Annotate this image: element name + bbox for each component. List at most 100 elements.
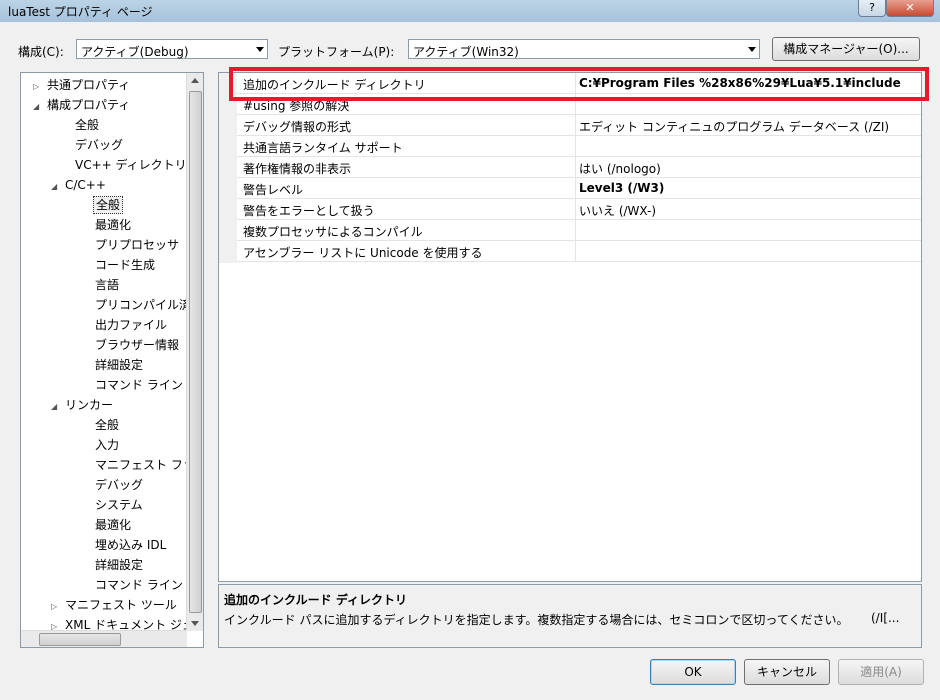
- ok-button[interactable]: OK: [650, 659, 736, 685]
- tree-item-label: 共通プロパティ: [47, 78, 131, 92]
- tree-item[interactable]: 全般: [81, 415, 121, 435]
- expander-icon[interactable]: ◢: [51, 177, 63, 197]
- tree-item[interactable]: 詳細設定: [81, 355, 145, 375]
- tree-item-label: 最適化: [95, 218, 132, 232]
- tree-item[interactable]: 出力ファイル: [81, 315, 169, 335]
- tree-item[interactable]: 全般: [81, 195, 124, 215]
- column-divider: [575, 199, 576, 220]
- column-divider: [575, 178, 576, 199]
- scroll-down-icon[interactable]: [191, 621, 199, 626]
- property-name: 著作権情報の非表示: [243, 162, 352, 176]
- tree-item[interactable]: コード生成: [81, 255, 157, 275]
- property-row[interactable]: 共通言語ランタイム サポート: [237, 136, 921, 157]
- expander-icon[interactable]: ◢: [33, 97, 45, 117]
- expander-icon[interactable]: ▷: [51, 597, 63, 617]
- tree-item-label: 全般: [93, 196, 124, 214]
- tree-item-label: 出力ファイル: [95, 318, 168, 332]
- tree-item[interactable]: デバッグ: [81, 475, 145, 495]
- tree-item[interactable]: ◢ リンカー: [51, 395, 115, 415]
- platform-combo[interactable]: アクティブ(Win32): [408, 39, 760, 59]
- config-value: アクティブ(Debug): [81, 45, 189, 59]
- tree-item[interactable]: ▷ 共通プロパティ: [33, 75, 132, 95]
- tree-item[interactable]: 埋め込み IDL: [81, 535, 168, 555]
- tree-item-label: 詳細設定: [95, 358, 144, 372]
- property-pages-dialog: luaTest プロパティ ページ ? ✕ 構成(C): アクティブ(Debug…: [0, 0, 940, 700]
- config-manager-button[interactable]: 構成マネージャー(O)...: [772, 37, 920, 61]
- column-divider: [575, 157, 576, 178]
- tree-item[interactable]: コマンド ライン: [81, 575, 185, 595]
- platform-value: アクティブ(Win32): [413, 45, 519, 59]
- tree-item-label: コード生成: [95, 258, 156, 272]
- property-value[interactable]: エディット コンティニュのプログラム データベース (/ZI): [579, 118, 889, 135]
- tree-item-label: 詳細設定: [95, 558, 144, 572]
- tree-item-label: C/C++: [65, 178, 106, 192]
- tree-item-label: VC++ ディレクトリ: [75, 158, 187, 172]
- tree-vertical-scrollbar[interactable]: [186, 73, 203, 631]
- title-bar[interactable]: luaTest プロパティ ページ ? ✕: [0, 0, 940, 22]
- property-name: 警告レベル: [243, 183, 304, 197]
- config-label: 構成(C):: [18, 45, 64, 59]
- property-grid: 追加のインクルード ディレクトリ C:¥Program Files %28x86%…: [218, 72, 922, 582]
- tree-item[interactable]: プリプロセッサ: [81, 235, 181, 255]
- property-value[interactable]: はい (/nologo): [579, 160, 661, 177]
- tree-item-label: コマンド ライン: [95, 378, 183, 392]
- column-divider: [575, 115, 576, 136]
- scroll-thumb[interactable]: [189, 91, 202, 613]
- expander-icon[interactable]: ◢: [51, 397, 63, 417]
- description-tail: (/I[...: [871, 611, 900, 625]
- tree-item[interactable]: 全般: [61, 115, 101, 135]
- tree-item[interactable]: 入力: [81, 435, 121, 455]
- property-row[interactable]: 著作権情報の非表示 はい (/nologo): [237, 157, 921, 178]
- tree-horizontal-scrollbar[interactable]: [21, 630, 187, 647]
- property-row[interactable]: アセンブラー リストに Unicode を使用する: [237, 241, 921, 262]
- tree-item[interactable]: 最適化: [81, 215, 133, 235]
- tree-item[interactable]: 詳細設定: [81, 555, 145, 575]
- tree-item[interactable]: ◢ C/C++: [51, 175, 108, 195]
- tree-item-label: ブラウザー情報: [95, 338, 180, 352]
- description-title: 追加のインクルード ディレクトリ: [224, 593, 407, 607]
- expander-icon[interactable]: ▷: [33, 77, 45, 97]
- tree-item-label: 言語: [95, 278, 120, 292]
- tree-item[interactable]: 最適化: [81, 515, 133, 535]
- platform-label: プラットフォーム(P):: [278, 45, 395, 59]
- property-name: 警告をエラーとして扱う: [243, 204, 375, 218]
- property-row[interactable]: 警告をエラーとして扱う いいえ (/WX-): [237, 199, 921, 220]
- tree-item[interactable]: ▷ マニフェスト ツール: [51, 595, 179, 615]
- cancel-button[interactable]: キャンセル: [744, 659, 830, 685]
- apply-button[interactable]: 適用(A): [838, 659, 924, 685]
- tree-item[interactable]: VC++ ディレクトリ: [61, 155, 189, 175]
- column-divider: [575, 220, 576, 241]
- chevron-down-icon: [748, 47, 756, 52]
- tree-item-label: デバッグ: [95, 478, 144, 492]
- tree-item[interactable]: ◢ 構成プロパティ: [33, 95, 132, 115]
- highlight-box: [229, 67, 929, 101]
- scroll-up-icon[interactable]: [191, 78, 199, 83]
- tree-item[interactable]: システム: [81, 495, 145, 515]
- property-row[interactable]: 複数プロセッサによるコンパイル: [237, 220, 921, 241]
- property-row[interactable]: 警告レベル Level3 (/W3): [237, 178, 921, 199]
- property-row[interactable]: デバッグ情報の形式 エディット コンティニュのプログラム データベース (/ZI): [237, 115, 921, 136]
- property-name: 複数プロセッサによるコンパイル: [243, 225, 423, 239]
- tree-item-label: 構成プロパティ: [47, 98, 131, 112]
- tree-item[interactable]: コマンド ライン: [81, 375, 185, 395]
- help-button[interactable]: ?: [858, 0, 886, 17]
- tree-item-label: コマンド ライン: [95, 578, 183, 592]
- scroll-thumb[interactable]: [39, 633, 121, 646]
- property-value[interactable]: いいえ (/WX-): [579, 202, 656, 219]
- tree-item[interactable]: ブラウザー情報: [81, 335, 181, 355]
- property-tree[interactable]: ▷ 共通プロパティ ◢ 構成プロパティ 全般 デバッグ VC++ ディレクトリ ◢ C/C++ 全…: [20, 72, 204, 648]
- tree-item[interactable]: 言語: [81, 275, 121, 295]
- column-divider: [575, 136, 576, 157]
- tree-item-label: プリプロセッサ: [95, 238, 180, 252]
- tree-item-label: リンカー: [65, 398, 114, 412]
- tree-item-label: 埋め込み IDL: [95, 538, 167, 552]
- tree-item-label: 全般: [75, 118, 100, 132]
- close-button[interactable]: ✕: [886, 0, 934, 17]
- property-name: アセンブラー リストに Unicode を使用する: [243, 246, 483, 260]
- property-value[interactable]: Level3 (/W3): [579, 181, 664, 195]
- tree-item[interactable]: デバッグ: [61, 135, 125, 155]
- tree-item-label: 最適化: [95, 518, 132, 532]
- tree-item-label: システム: [95, 498, 143, 512]
- config-combo[interactable]: アクティブ(Debug): [76, 39, 268, 59]
- chevron-down-icon: [256, 47, 264, 52]
